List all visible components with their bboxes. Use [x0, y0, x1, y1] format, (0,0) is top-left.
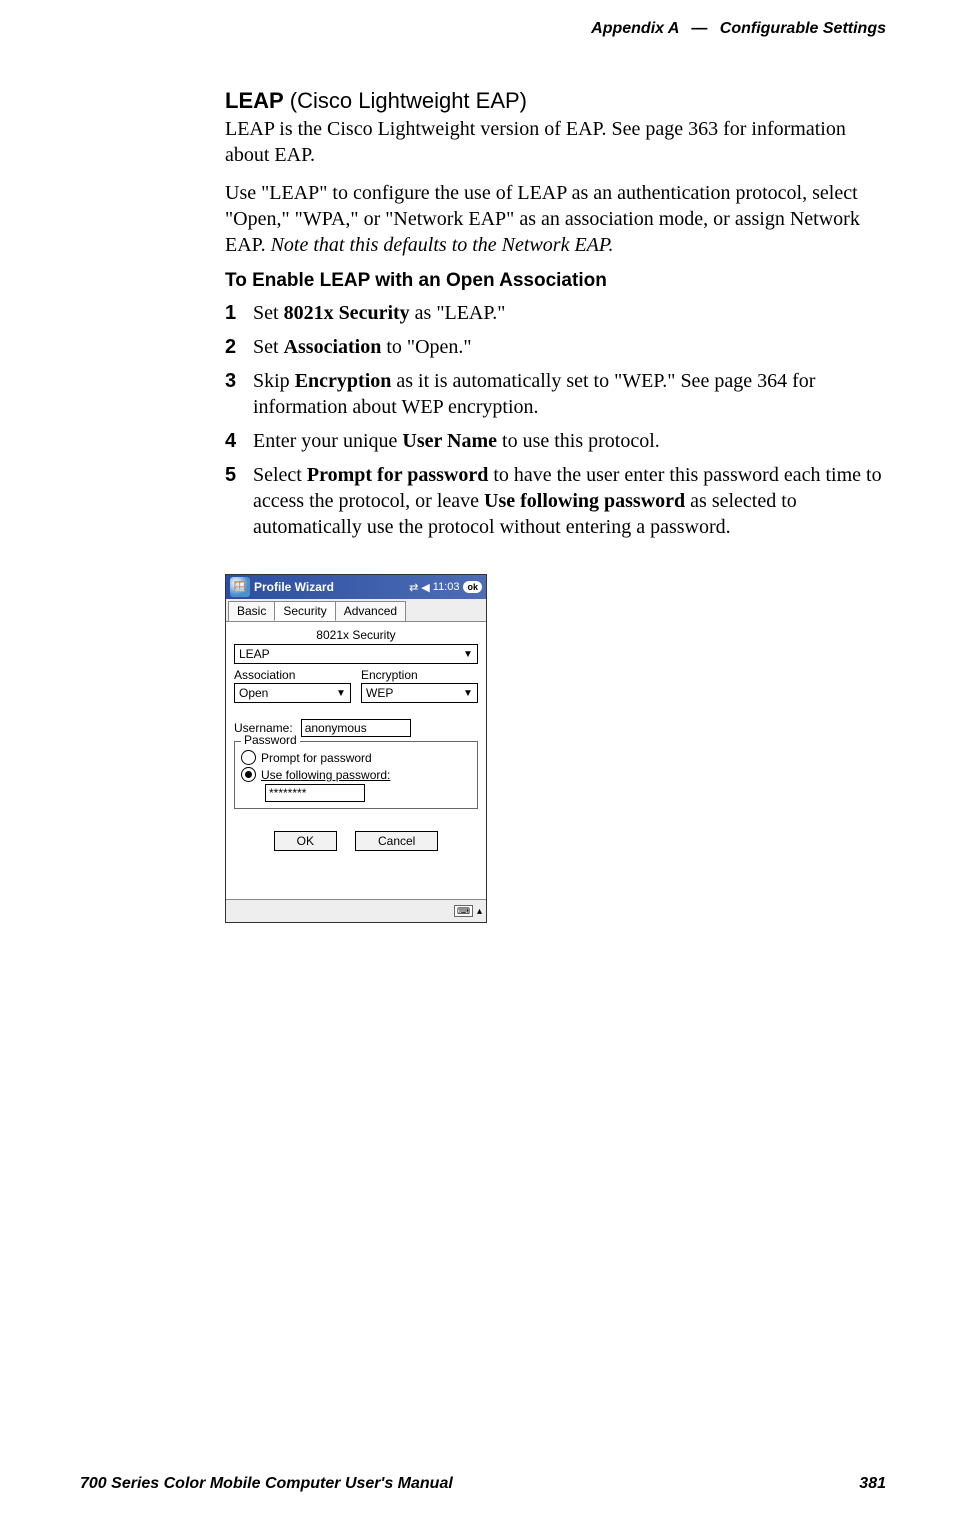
username-input[interactable]: anonymous [301, 719, 411, 737]
security-label: 8021x Security [234, 628, 478, 642]
username-value: anonymous [305, 721, 367, 735]
step-number: 2 [225, 334, 247, 360]
radio-label: Use following password: [261, 768, 390, 782]
step-text: Skip Encryption as it is automatically s… [253, 368, 886, 420]
association-value: Open [239, 686, 268, 700]
chevron-down-icon: ▼ [461, 688, 475, 699]
encryption-dropdown[interactable]: WEP ▼ [361, 683, 478, 703]
association-dropdown[interactable]: Open ▼ [234, 683, 351, 703]
chevron-down-icon: ▼ [461, 649, 475, 660]
step-text: Set Association to "Open." [253, 334, 886, 360]
association-label: Association [234, 668, 351, 682]
clock: 11:03 [433, 581, 460, 593]
subheading: To Enable LEAP with an Open Association [225, 270, 886, 292]
title-bold: LEAP [225, 88, 284, 113]
page-header: Appendix A — Configurable Settings [80, 20, 886, 38]
radio-icon [241, 767, 256, 782]
tab-content: 8021x Security LEAP ▼ Association Open ▼ [226, 621, 486, 899]
window-title: Profile Wizard [254, 580, 409, 594]
password-legend: Password [241, 733, 300, 747]
paragraph-2: Use "LEAP" to configure the use of LEAP … [225, 180, 886, 258]
password-input[interactable]: ******** [265, 784, 365, 802]
appendix-label: Appendix A [591, 20, 679, 37]
section-title: LEAP (Cisco Lightweight EAP) [225, 88, 886, 114]
chevron-down-icon: ▼ [334, 688, 348, 699]
tab-advanced[interactable]: Advanced [335, 601, 406, 621]
titlebar: 🪟 Profile Wizard ⇄ ◀ 11:03 ok [226, 575, 486, 599]
radio-label: Prompt for password [261, 751, 372, 765]
step-1: 1 Set 8021x Security as "LEAP." [225, 300, 886, 326]
header-title: Configurable Settings [720, 20, 886, 37]
tab-basic[interactable]: Basic [228, 601, 275, 621]
step-number: 3 [225, 368, 247, 394]
title-rest: (Cisco Lightweight EAP) [284, 88, 527, 113]
ok-close-button[interactable]: ok [463, 581, 482, 593]
status-icons: ⇄ ◀ 11:03 [409, 581, 459, 594]
header-dash: — [691, 20, 707, 37]
page-footer: 700 Series Color Mobile Computer User's … [80, 1475, 886, 1493]
keyboard-icon[interactable]: ⌨ [454, 905, 473, 917]
step-text: Set 8021x Security as "LEAP." [253, 300, 886, 326]
manual-title: 700 Series Color Mobile Computer User's … [80, 1475, 453, 1493]
step-2: 2 Set Association to "Open." [225, 334, 886, 360]
radio-prompt-password[interactable]: Prompt for password [241, 750, 471, 765]
step-3: 3 Skip Encryption as it is automatically… [225, 368, 886, 420]
connectivity-icon: ⇄ [409, 581, 418, 594]
up-arrow-icon[interactable]: ▴ [477, 906, 482, 917]
para2-italic: Note that this defaults to the Network E… [271, 234, 614, 256]
encryption-label: Encryption [361, 668, 478, 682]
password-value: ******** [269, 786, 306, 800]
security-value: LEAP [239, 647, 270, 661]
step-5: 5 Select Prompt for password to have the… [225, 462, 886, 540]
step-4: 4 Enter your unique User Name to use thi… [225, 428, 886, 454]
paragraph-1: LEAP is the Cisco Lightweight version of… [225, 116, 886, 168]
ok-button[interactable]: OK [274, 831, 337, 851]
tab-security[interactable]: Security [274, 601, 335, 621]
radio-use-following[interactable]: Use following password: [241, 767, 471, 782]
step-number: 5 [225, 462, 247, 488]
step-number: 1 [225, 300, 247, 326]
bottom-bar: ⌨ ▴ [226, 899, 486, 922]
step-text: Enter your unique User Name to use this … [253, 428, 886, 454]
start-icon[interactable]: 🪟 [230, 577, 250, 597]
step-list: 1 Set 8021x Security as "LEAP." 2 Set As… [225, 300, 886, 540]
step-text: Select Prompt for password to have the u… [253, 462, 886, 540]
tab-strip: Basic Security Advanced [226, 599, 486, 621]
cancel-button[interactable]: Cancel [355, 831, 438, 851]
embedded-screenshot: 🪟 Profile Wizard ⇄ ◀ 11:03 ok Basic Secu… [225, 574, 886, 923]
security-dropdown[interactable]: LEAP ▼ [234, 644, 478, 664]
step-number: 4 [225, 428, 247, 454]
speaker-icon: ◀ [421, 581, 429, 594]
encryption-value: WEP [366, 686, 393, 700]
page-number: 381 [859, 1475, 886, 1493]
radio-icon [241, 750, 256, 765]
password-fieldset: Password Prompt for password Use followi… [234, 741, 478, 809]
